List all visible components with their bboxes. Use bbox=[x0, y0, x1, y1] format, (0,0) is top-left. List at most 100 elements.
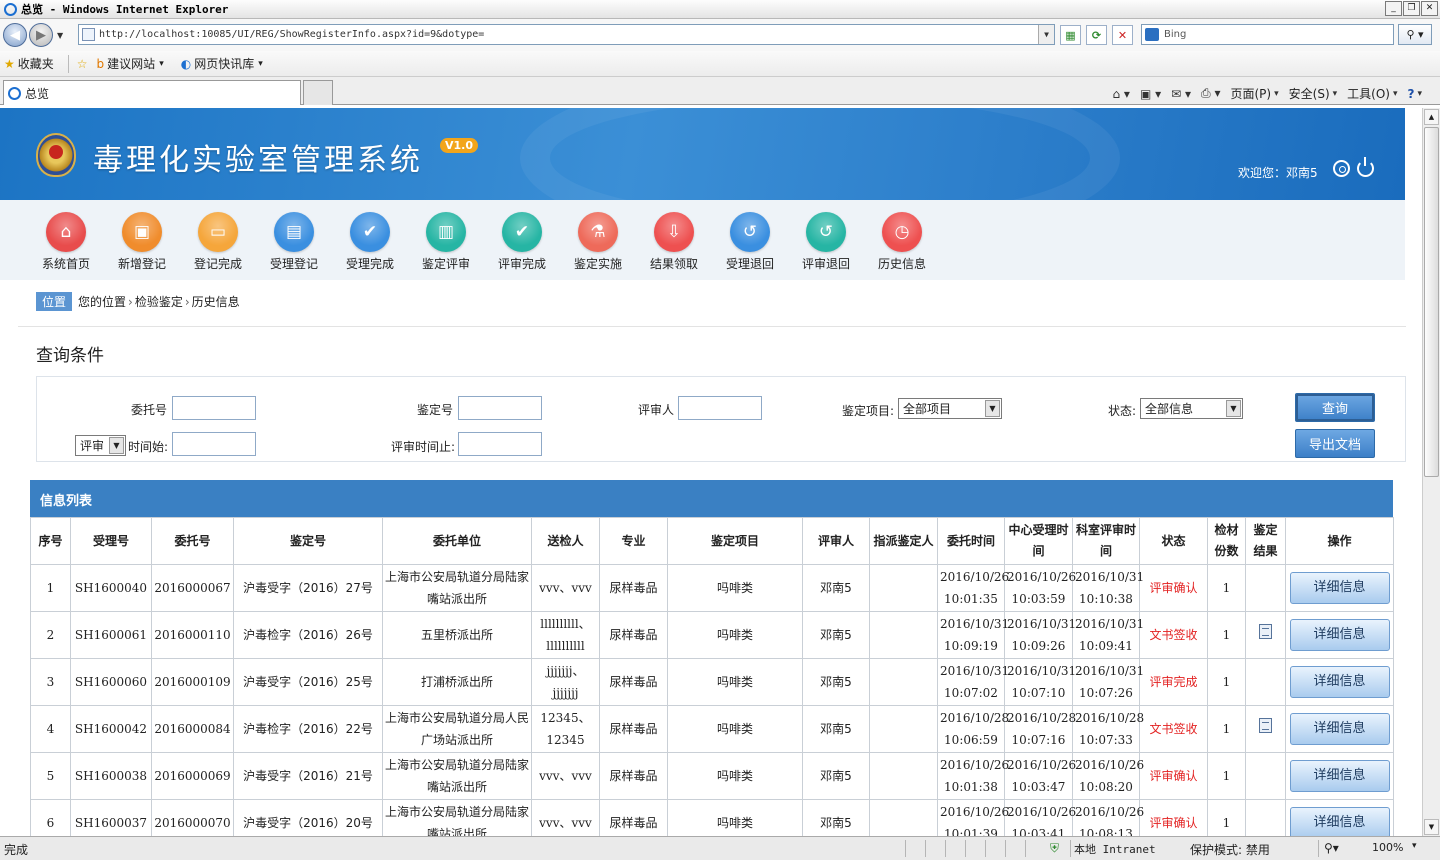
address-dropdown-icon[interactable]: ▼ bbox=[1038, 25, 1054, 44]
add-favorite-icon[interactable]: ☆ bbox=[77, 57, 91, 71]
cell-no: 4 bbox=[46, 722, 55, 736]
cell-sl2: 10:07:10 bbox=[1011, 686, 1066, 700]
cell-ps1: 2016/10/31 bbox=[1075, 617, 1145, 631]
home-icon[interactable]: ⌂ ▾ bbox=[1112, 87, 1129, 101]
cell-wth: 2016000109 bbox=[154, 675, 231, 689]
search-input[interactable]: Bing bbox=[1141, 24, 1394, 45]
new-tab-button[interactable] bbox=[303, 80, 333, 105]
forward-button[interactable]: ▶ bbox=[29, 23, 53, 47]
list-header: 信息列表 bbox=[30, 480, 1393, 517]
suggested-sites-button[interactable]: b 建议网站 ▾ bbox=[97, 55, 167, 72]
cell-psr: 邓南5 bbox=[820, 722, 852, 736]
query-section-title: 查询条件 bbox=[36, 346, 104, 366]
cell-psr: 邓南5 bbox=[820, 769, 852, 783]
cell-zt: 评审确认 bbox=[1149, 581, 1198, 595]
refresh-icon[interactable]: ⟳ bbox=[1086, 25, 1107, 45]
toolbar-label: 历史信息 bbox=[877, 257, 926, 271]
logout-power-icon[interactable] bbox=[1357, 157, 1374, 177]
toolbar-button-2[interactable]: ▭ 登记完成 bbox=[180, 212, 256, 272]
window-title: 总览 - Windows Internet Explorer bbox=[21, 3, 229, 16]
settings-gear-icon[interactable] bbox=[1333, 160, 1350, 177]
safety-menu[interactable]: 安全(S) ▾ bbox=[1289, 85, 1338, 102]
back-button[interactable]: ◀ bbox=[3, 23, 27, 47]
minimize-button[interactable]: _ bbox=[1385, 1, 1402, 16]
module-icon: ⚗ bbox=[578, 212, 618, 252]
label-zt: 状态: bbox=[1108, 404, 1137, 418]
toolbar-button-0[interactable]: ⌂ 系统首页 bbox=[28, 212, 104, 272]
cell-zy: 尿样毒品 bbox=[609, 628, 658, 642]
cell-zy: 尿样毒品 bbox=[609, 581, 658, 595]
mail-icon[interactable]: ✉ ▾ bbox=[1171, 87, 1191, 101]
toolbar-button-3[interactable]: ▤ 受理登记 bbox=[256, 212, 332, 272]
feeds-icon[interactable]: ▣ ▾ bbox=[1140, 87, 1161, 101]
stop-icon[interactable]: ✕ bbox=[1112, 25, 1133, 45]
column-header: 状态 bbox=[1139, 517, 1208, 565]
tab-overview[interactable]: 总览 bbox=[3, 80, 301, 105]
cell-wt1: 2016/10/26 bbox=[940, 570, 1010, 584]
toolbar-button-9[interactable]: ↺ 受理退回 bbox=[712, 212, 788, 272]
detail-button[interactable]: 详细信息 bbox=[1289, 713, 1390, 745]
chevron-down-icon: ▼ bbox=[1226, 400, 1241, 417]
search-go-icon[interactable]: ⚲ ▾ bbox=[1398, 24, 1432, 45]
export-button[interactable]: 导出文档 bbox=[1295, 429, 1375, 458]
history-dropdown-icon[interactable]: ▼ bbox=[57, 31, 63, 40]
detail-button[interactable]: 详细信息 bbox=[1289, 807, 1390, 836]
cell-psr: 邓南5 bbox=[820, 628, 852, 642]
zoom-icon[interactable]: ⚲▾ bbox=[1324, 841, 1339, 855]
toolbar-button-11[interactable]: ◷ 历史信息 bbox=[864, 212, 940, 272]
toolbar-label: 评审退回 bbox=[801, 257, 850, 271]
tools-menu[interactable]: 工具(O) ▾ bbox=[1347, 85, 1397, 102]
scroll-down-icon[interactable]: ▼ bbox=[1424, 819, 1439, 835]
toolbar-button-1[interactable]: ▣ 新增登记 bbox=[104, 212, 180, 272]
time-start-input[interactable] bbox=[172, 432, 256, 456]
detail-button[interactable]: 详细信息 bbox=[1289, 666, 1390, 698]
entrust-no-input[interactable] bbox=[172, 396, 256, 420]
label-time-end: 评审时间止: bbox=[391, 440, 456, 454]
scroll-thumb[interactable] bbox=[1424, 127, 1439, 477]
column-header: 委托号 bbox=[151, 517, 234, 565]
favorites-button[interactable]: ★ 收藏夹 bbox=[4, 55, 54, 72]
module-icon: ▤ bbox=[274, 212, 314, 252]
webslice-gallery-button[interactable]: ◐ 网页快讯库 ▾ bbox=[181, 55, 266, 72]
zoom-dropdown-icon[interactable]: ▾ bbox=[1412, 841, 1417, 851]
cell-unit: 上海市公安局轨道分局陆家嘴站派出所 bbox=[385, 805, 530, 836]
result-document-icon[interactable] bbox=[1259, 718, 1272, 733]
page-menu[interactable]: 页面(P) ▾ bbox=[1231, 85, 1279, 102]
module-icon: ↺ bbox=[730, 212, 770, 252]
compat-view-icon[interactable]: ▦ bbox=[1060, 25, 1081, 45]
table-header-row: 序号 受理号 委托号 鉴定号 委托单位 送检人 专业 鉴定项目 评审人 指派鉴定人 委托时间 中心受理… bbox=[30, 517, 1394, 565]
close-window-button[interactable]: ✕ bbox=[1421, 1, 1438, 16]
toolbar-button-4[interactable]: ✔ 受理完成 bbox=[332, 212, 408, 272]
zoom-level[interactable]: 100% bbox=[1372, 841, 1403, 854]
toolbar-button-6[interactable]: ✔ 评审完成 bbox=[484, 212, 560, 272]
breadcrumb-link[interactable]: 检验鉴定 bbox=[135, 293, 183, 310]
detail-button[interactable]: 详细信息 bbox=[1289, 619, 1390, 651]
print-icon[interactable]: ⎙ ▾ bbox=[1201, 86, 1220, 101]
status-select[interactable]: 全部信息 ▼ bbox=[1140, 398, 1243, 419]
address-input[interactable]: http://localhost:10085/UI/REG/ShowRegist… bbox=[78, 24, 1055, 45]
appraisal-item-select[interactable]: 全部项目 ▼ bbox=[898, 398, 1002, 419]
detail-button[interactable]: 详细信息 bbox=[1289, 760, 1390, 792]
query-button[interactable]: 查询 bbox=[1295, 393, 1375, 422]
cell-wt2: 10:09:19 bbox=[944, 639, 998, 653]
scroll-up-icon[interactable]: ▲ bbox=[1424, 109, 1439, 125]
toolbar-button-8[interactable]: ⇩ 结果领取 bbox=[636, 212, 712, 272]
toolbar-button-5[interactable]: ▥ 鉴定评审 bbox=[408, 212, 484, 272]
result-document-icon[interactable] bbox=[1259, 624, 1272, 639]
cell-ps1: 2016/10/28 bbox=[1075, 711, 1145, 725]
appraisal-no-input[interactable] bbox=[458, 396, 542, 420]
cell-xm: 吗啡类 bbox=[716, 769, 753, 783]
vertical-scrollbar[interactable]: ▲ ▼ bbox=[1422, 108, 1440, 836]
toolbar-button-10[interactable]: ↺ 评审退回 bbox=[788, 212, 864, 272]
time-type-select[interactable]: 评审 ▼ bbox=[75, 435, 126, 456]
reviewer-input[interactable] bbox=[678, 396, 762, 420]
restore-button[interactable]: ❐ bbox=[1403, 1, 1420, 16]
cell-jdh: 沪毒受字（2016）20号 bbox=[243, 816, 373, 830]
help-icon[interactable]: ? ▾ bbox=[1408, 87, 1423, 101]
time-end-input[interactable] bbox=[458, 432, 542, 456]
cell-zy: 尿样毒品 bbox=[609, 722, 658, 736]
detail-button[interactable]: 详细信息 bbox=[1289, 572, 1390, 604]
toolbar-button-7[interactable]: ⚗ 鉴定实施 bbox=[560, 212, 636, 272]
info-table: 序号 受理号 委托号 鉴定号 委托单位 送检人 专业 鉴定项目 评审人 指派鉴定人 委托时间 中心受理… bbox=[30, 517, 1394, 836]
column-header: 评审人 bbox=[802, 517, 870, 565]
